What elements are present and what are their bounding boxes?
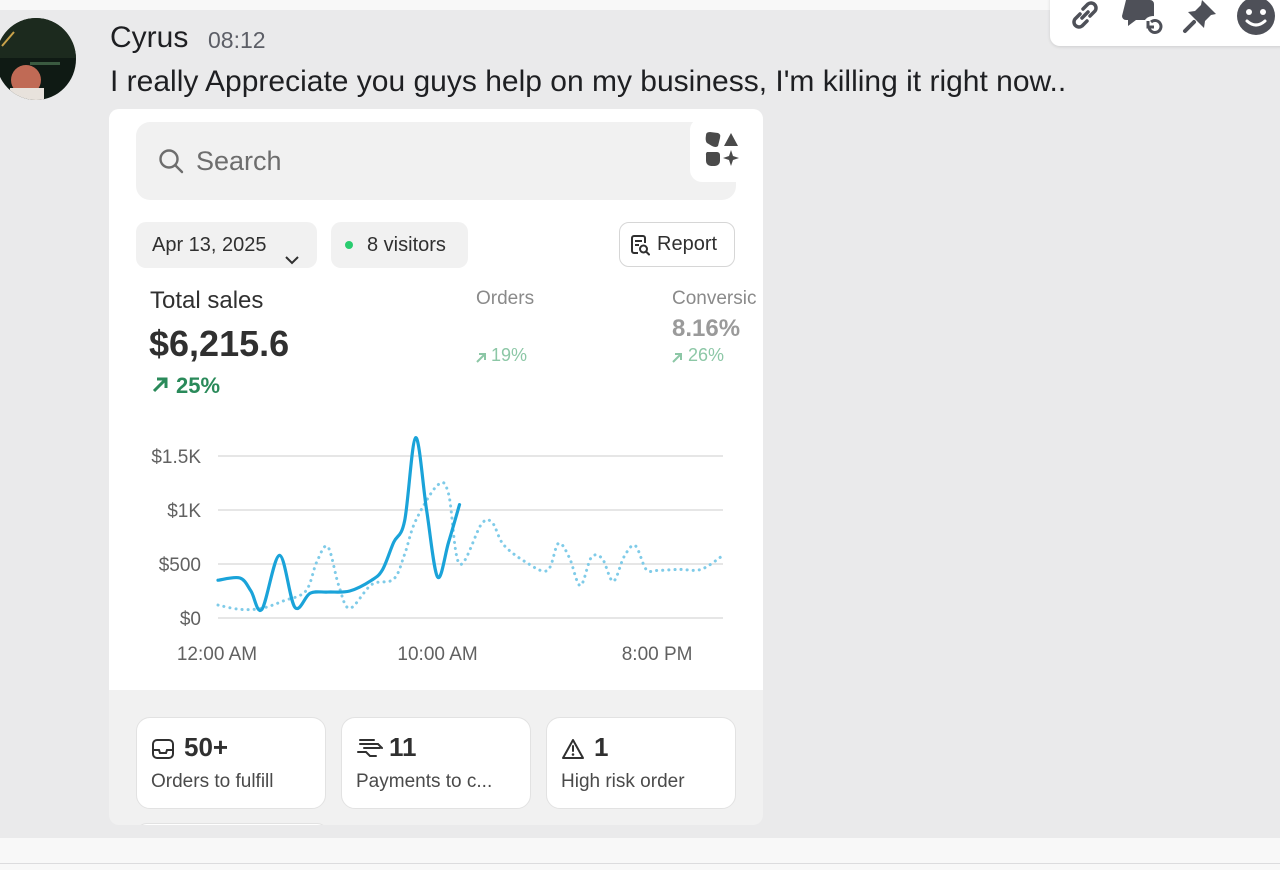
orders-to-fulfill-caption: Orders to fulfill	[151, 771, 274, 792]
visitors-badge[interactable]: 8 visitors	[331, 222, 468, 268]
shapes-icon	[704, 131, 740, 174]
search-input[interactable]: Search	[196, 144, 282, 178]
sales-line-chart: $1.5K $1K $500 $0 12:00 AM 10:00 AM 8:00 PM	[151, 436, 725, 665]
pin-icon[interactable]	[1180, 0, 1220, 41]
inbox-icon	[151, 738, 175, 765]
y-tick-label: $0	[180, 609, 201, 630]
high-risk-tile[interactable]: 1 High risk order	[546, 717, 736, 809]
message-author[interactable]: Cyrus	[110, 19, 188, 57]
report-label: Report	[657, 233, 718, 255]
search-icon	[158, 148, 184, 179]
arrow-up-right-icon	[151, 376, 169, 399]
report-button[interactable]: Report	[619, 222, 735, 267]
high-risk-count: 1	[594, 732, 609, 762]
x-tick-label: 10:00 AM	[397, 644, 477, 665]
conversion-value: 8.16%	[672, 315, 741, 342]
arrow-up-right-icon	[672, 350, 682, 368]
report-icon	[630, 235, 650, 261]
link-icon[interactable]	[1066, 0, 1104, 39]
date-picker[interactable]: Apr 13, 2025	[136, 222, 317, 268]
orders-delta: 19%	[491, 345, 528, 365]
total-sales-value: $6,215.6	[149, 323, 290, 364]
message-divider	[0, 863, 1280, 864]
y-tick-label: $1.5K	[151, 447, 201, 468]
dashboard-panel: Search Apr 13, 2025 8 visitors Report To…	[109, 109, 763, 690]
message-actions-toolbar	[1050, 0, 1280, 46]
reply-thread-icon[interactable]	[1122, 0, 1164, 43]
warning-icon	[561, 738, 585, 765]
orders-label: Orders	[476, 288, 535, 309]
live-dot-icon	[345, 241, 353, 249]
payment-icon	[356, 738, 384, 765]
orders-to-fulfill-tile[interactable]: 50+ Orders to fulfill	[136, 717, 326, 809]
total-sales-label: Total sales	[150, 287, 264, 314]
apps-button[interactable]	[690, 118, 754, 182]
payments-caption: Payments to c...	[356, 771, 493, 792]
emoji-icon[interactable]	[1236, 0, 1276, 41]
visitors-label: 8 visitors	[367, 234, 446, 256]
payments-tile[interactable]: 11 Payments to c...	[341, 717, 531, 809]
arrow-up-right-icon	[476, 350, 486, 368]
date-label: Apr 13, 2025	[152, 234, 267, 256]
y-tick-label: $500	[159, 555, 201, 576]
chevron-down-icon	[284, 238, 300, 284]
message-timestamp[interactable]: 08:12	[208, 27, 266, 54]
search-bar[interactable]: Search	[136, 122, 736, 200]
conversion-delta: 26%	[688, 345, 725, 365]
high-risk-caption: High risk order	[561, 771, 685, 792]
conversion-label: Conversic	[672, 288, 757, 309]
message-text: I really Appreciate you guys help on my …	[110, 65, 1067, 98]
payments-count: 11	[389, 732, 417, 762]
x-tick-label: 8:00 PM	[622, 644, 693, 665]
next-tile-peek	[136, 823, 328, 825]
comparison-series-line	[216, 480, 725, 612]
x-tick-label: 12:00 AM	[177, 644, 257, 665]
total-sales-delta: 25%	[176, 373, 221, 398]
attached-image[interactable]: Search Apr 13, 2025 8 visitors Report To…	[109, 109, 763, 825]
orders-to-fulfill-count: 50+	[184, 732, 229, 762]
y-tick-label: $1K	[167, 501, 201, 522]
